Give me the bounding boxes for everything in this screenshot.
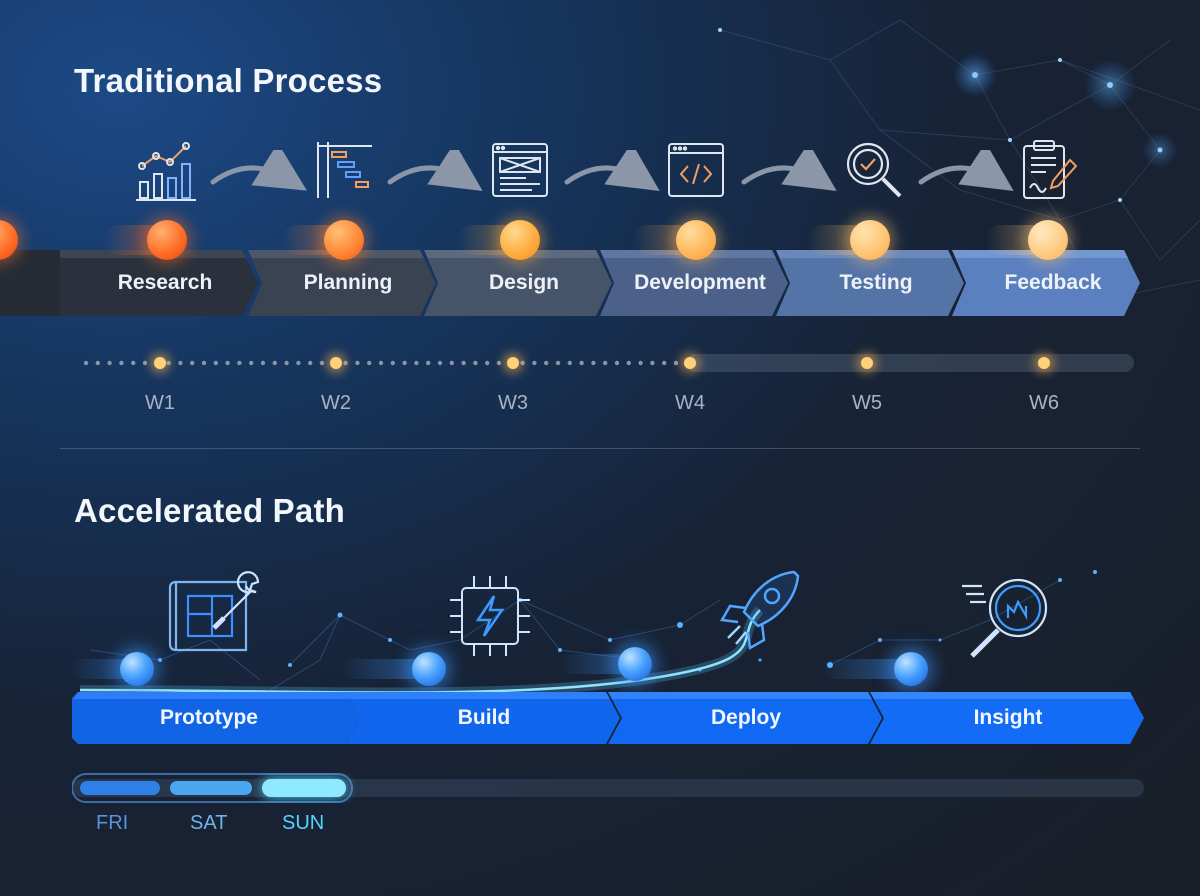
timeline-dot [402,360,407,366]
week-label: W1 [145,392,175,414]
week-timeline [83,354,1134,372]
timeline-dot [119,360,124,366]
timeline-dot [213,360,218,366]
progress-ball [1028,220,1068,260]
timeline-dot [249,360,254,366]
blueprint-wrench-icon [168,571,260,652]
timeline-dot [284,360,289,366]
progress-ball [147,220,187,260]
rocket-icon [719,570,800,651]
step-deploy[interactable]: Deploy [608,692,884,744]
chip-bolt-icon [450,576,530,656]
timeline-dot [178,360,183,366]
step-connectors [210,150,1014,191]
timeline-dot [296,360,301,366]
timeline-dot [272,360,277,366]
timeline-dot [555,360,561,366]
timeline-dot [390,360,395,366]
timeline-dot [308,360,313,366]
section-divider [60,448,1140,449]
week-marker [507,357,519,369]
timeline-dot [461,360,466,366]
progress-ball [618,647,652,681]
timeline-dot [378,360,384,366]
accelerated-path-title: Accelerated Path [74,492,345,529]
week-marker [684,357,696,369]
timeline-dot [673,360,679,366]
step-label: Build [457,706,511,729]
timeline-dot [544,360,549,366]
step-research[interactable]: Research [60,250,260,316]
week-label: W5 [852,392,882,414]
day-label-fri: FRI [96,812,129,834]
timeline-dot [83,360,89,366]
timeline-dot [367,360,372,366]
step-label: Insight [973,706,1043,729]
progress-ball [500,220,540,260]
progress-ball [850,220,890,260]
week-label: W4 [675,392,705,414]
week-label: W2 [321,392,351,414]
timeline-dot [343,360,348,366]
timeline-dot [426,360,431,366]
timeline-dot [650,360,655,366]
day-segment-sun [262,779,346,797]
timeline-dot [567,360,572,366]
timeline-dot [166,360,171,366]
timeline-dot [603,360,608,366]
day-segment-fri [80,781,160,795]
timeline-dot [190,360,195,366]
timeline-dot [131,360,136,366]
timeline-dot [532,360,537,366]
timeline-dot [591,360,596,366]
progress-ball [324,220,364,260]
progress-ball [120,652,154,686]
timeline-dot [520,360,525,366]
week-label: W3 [498,392,528,414]
timeline-dot [95,360,101,366]
week-marker [1038,357,1050,369]
timeline-dot [626,360,631,366]
traditional-process-title: Traditional Process [74,62,383,99]
week-marker [154,357,166,369]
day-label-sat: SAT [190,812,228,834]
timeline-dot [142,360,148,366]
day-progress-track [72,773,1144,803]
step-label: Research [117,271,213,294]
timeline-dot [496,360,502,366]
progress-ball [894,652,928,686]
timeline-dot [579,360,584,366]
day-segment-sat [170,781,252,795]
timeline-dot [225,360,230,366]
timeline-dot [473,360,478,366]
progress-ball [676,220,716,260]
timeline-dot [638,360,643,366]
timeline-dot [260,360,266,366]
timeline-dot [414,360,419,366]
timeline-dot [437,360,443,366]
step-prototype[interactable]: Prototype [72,692,362,744]
timeline-dot [485,360,490,366]
timeline-dot [662,360,667,366]
step-label: Deploy [710,706,781,729]
timeline-dot [237,360,242,366]
magnifier-chart-icon [962,578,1048,658]
week-label: W6 [1029,392,1059,414]
timeline-dot [107,360,112,366]
timeline-dot [319,360,325,366]
step-insight[interactable]: Insight [870,692,1146,744]
timeline-dot [355,360,360,366]
progress-ball [412,652,446,686]
timeline-dot [201,360,207,366]
timeline-dot [449,360,454,366]
step-label: Prototype [159,706,258,729]
step-build[interactable]: Build [346,692,622,744]
timeline-dot [614,360,620,366]
week-marker [861,357,873,369]
day-label-sun: SUN [282,812,325,834]
week-marker [330,357,342,369]
